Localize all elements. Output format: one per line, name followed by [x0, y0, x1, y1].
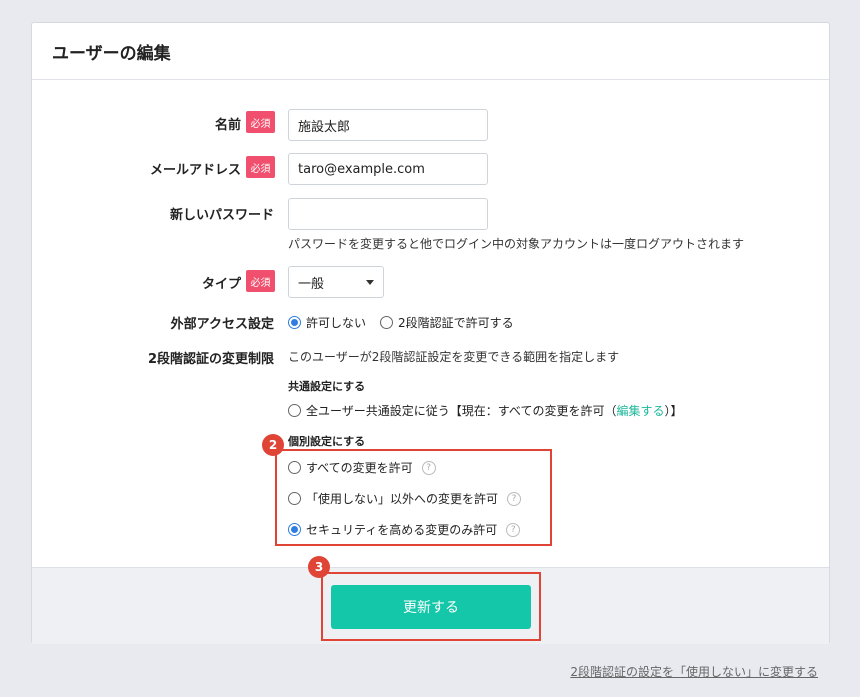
external-access-2fa[interactable]: 2段階認証で許可する: [380, 314, 514, 331]
type-select-value: 一般: [298, 276, 325, 292]
highlight-box-2: [275, 449, 552, 546]
password-input[interactable]: [288, 198, 488, 230]
name-input[interactable]: 施設太郎: [288, 109, 488, 141]
card-footer: 3 更新する: [32, 556, 829, 644]
radio-unchecked-icon: [380, 316, 393, 329]
disable-2fa-link[interactable]: 2段階認証の設定を「使用しない」に変更する: [570, 663, 818, 680]
email-input[interactable]: taro@example.com: [288, 153, 488, 185]
required-badge: 必須: [246, 156, 275, 178]
type-label: タイプ: [201, 277, 241, 292]
update-button[interactable]: 更新する: [331, 585, 531, 629]
password-label: 新しいパスワード: [169, 208, 274, 223]
password-help: パスワードを変更すると他でログイン中の対象アカウントは一度ログアウトされます: [288, 237, 745, 251]
required-badge: 必須: [246, 111, 275, 133]
step-badge-3: 3: [308, 556, 330, 578]
option-label: 許可しない: [306, 316, 367, 330]
twofa-help: このユーザーが2段階認証設定を変更できる範囲を指定します: [288, 350, 620, 364]
type-select[interactable]: 一般: [288, 266, 384, 298]
external-access-label: 外部アクセス設定: [170, 317, 274, 332]
radio-checked-icon: [288, 316, 301, 329]
option-label: 2段階認証で許可する: [398, 316, 514, 330]
page-title: ユーザーの編集: [52, 43, 171, 64]
twofa-label: 2段階認証の変更制限: [147, 352, 274, 367]
edit-user-card: ユーザーの編集 名前 必須 施設太郎 メールアドレス 必須 taro@examp…: [31, 22, 830, 644]
name-label: 名前: [214, 118, 241, 133]
email-label: メールアドレス: [149, 163, 241, 178]
chevron-down-icon: [366, 279, 374, 285]
common-setting-option[interactable]: 全ユーザー共通設定に従う【現在：すべての変更を許可（編集する）】: [288, 402, 682, 419]
required-badge: 必須: [246, 270, 275, 292]
individual-heading: 個別設定にする: [288, 435, 366, 448]
common-heading: 共通設定にする: [288, 380, 366, 393]
external-access-deny[interactable]: 許可しない: [288, 314, 366, 331]
step-badge-2: 2: [262, 434, 284, 456]
edit-link[interactable]: 編集する: [616, 404, 664, 418]
radio-unchecked-icon: [288, 404, 301, 417]
option-label: 全ユーザー共通設定に従う【現在：すべての変更を許可（編集する）】: [306, 404, 683, 418]
card-header: ユーザーの編集: [32, 23, 829, 80]
